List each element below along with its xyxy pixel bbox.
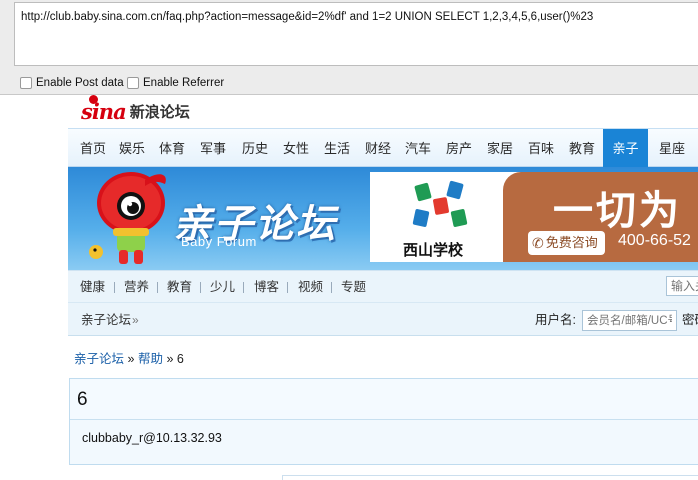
post-data-checkbox[interactable] [20, 77, 32, 89]
url-input[interactable]: http://club.baby.sina.com.cn/faq.php?act… [14, 2, 698, 66]
sina-logo-mark: sina [81, 95, 127, 124]
enable-post-data-option[interactable]: Enable Post data [20, 77, 124, 89]
nav-item-finance[interactable]: 财经 [358, 129, 398, 167]
nav-item-house[interactable]: 房产 [439, 129, 479, 167]
subnav-topics[interactable]: 专题 [341, 271, 366, 304]
request-tool-panel: http://club.baby.sina.com.cn/faq.php?act… [0, 0, 698, 95]
ad-school-name: 西山学校 [403, 242, 464, 259]
ad-phone-number: 400-66-52 [618, 232, 691, 249]
sina-forum-logo[interactable]: sina 新浪论坛 [81, 95, 190, 124]
main-nav: 首页 娱乐 体育 军事 历史 女性 生活 财经 汽车 房产 家居 百味 教育 亲… [68, 128, 698, 167]
breadcrumb-arrow: » [132, 313, 139, 327]
nav-item-food[interactable]: 百味 [521, 129, 561, 167]
enable-referrer-option[interactable]: Enable Referrer [127, 77, 224, 89]
forum-banner: 亲子论坛 Baby Forum 西山学校 一切为 ✆ 免费咨询 400-66-5… [68, 167, 698, 270]
breadcrumb-forum[interactable]: 亲子论坛 [74, 352, 124, 366]
forum-page: sina 新浪论坛 首页 娱乐 体育 军事 历史 女性 生活 财经 汽车 房产 … [0, 95, 698, 480]
referrer-checkbox[interactable] [127, 77, 139, 89]
message-title: 6 [70, 379, 698, 420]
subnav-education[interactable]: 教育 [167, 271, 192, 304]
post-data-label: Enable Post data [36, 77, 124, 89]
free-consult-button[interactable]: ✆ 免费咨询 [528, 231, 605, 255]
subnav-divider [157, 282, 158, 293]
ad-slogan: 一切为 [553, 189, 682, 233]
sina-forum-name: 新浪论坛 [129, 104, 190, 121]
breadcrumb-help[interactable]: 帮助 [138, 352, 163, 366]
forum-breadcrumb-bar: 亲子论坛 » 用户名: 密码 [68, 302, 698, 336]
search-input[interactable] [666, 276, 698, 296]
nav-item-astrology[interactable]: 星座 [652, 129, 692, 167]
subnav-divider [287, 282, 288, 293]
breadcrumb-separator: » [127, 352, 138, 366]
breadcrumb: 亲子论坛 » 帮助 » 6 [74, 348, 184, 367]
message-body: clubbaby_r@10.13.32.93 [82, 431, 222, 445]
mascot-icon [89, 172, 166, 264]
subnav-video[interactable]: 视频 [298, 271, 323, 304]
username-input[interactable] [582, 310, 677, 331]
subnav-blog[interactable]: 博客 [254, 271, 279, 304]
breadcrumb-forum-link[interactable]: 亲子论坛 [81, 303, 131, 337]
subnav-divider [331, 282, 332, 293]
subnav-divider [243, 282, 244, 293]
sub-nav: 健康 营养 教育 少儿 博客 视频 专题 [68, 270, 698, 302]
nav-item-education[interactable]: 教育 [562, 129, 602, 167]
nav-item-home[interactable]: 首页 [73, 129, 113, 167]
nav-item-parenting[interactable]: 亲子 [603, 129, 648, 167]
subnav-health[interactable]: 健康 [80, 271, 105, 304]
ad-promo-panel: 一切为 ✆ 免费咨询 400-66-52 [503, 172, 698, 262]
nav-item-ent[interactable]: 娱乐 [112, 129, 152, 167]
subnav-divider [114, 282, 115, 293]
subnav-nutrition[interactable]: 营养 [124, 271, 149, 304]
nav-item-home-living[interactable]: 家居 [480, 129, 520, 167]
referrer-label: Enable Referrer [143, 77, 225, 89]
nav-item-life[interactable]: 生活 [317, 129, 357, 167]
password-label: 密码 [682, 313, 698, 327]
site-header: sina 新浪论坛 [68, 95, 698, 128]
nav-item-women[interactable]: 女性 [276, 129, 316, 167]
username-label: 用户名: [535, 313, 576, 327]
footer-edge [282, 475, 698, 480]
school-logo-icon [412, 180, 468, 227]
nav-item-history[interactable]: 历史 [235, 129, 275, 167]
subnav-children[interactable]: 少儿 [210, 271, 235, 304]
message-box: 6 clubbaby_r@10.13.32.93 [69, 378, 698, 465]
free-consult-label: 免费咨询 [545, 235, 598, 250]
nav-item-military[interactable]: 军事 [193, 129, 233, 167]
breadcrumb-separator: » [166, 352, 177, 366]
advertisement[interactable]: 西山学校 一切为 ✆ 免费咨询 400-66-52 [370, 172, 698, 262]
forum-subtitle: Baby Forum [181, 234, 257, 249]
nav-item-auto[interactable]: 汽车 [398, 129, 438, 167]
subnav-divider [200, 282, 201, 293]
breadcrumb-current: 6 [176, 352, 184, 366]
nav-item-sports[interactable]: 体育 [152, 129, 192, 167]
phone-icon: ✆ [532, 235, 544, 251]
